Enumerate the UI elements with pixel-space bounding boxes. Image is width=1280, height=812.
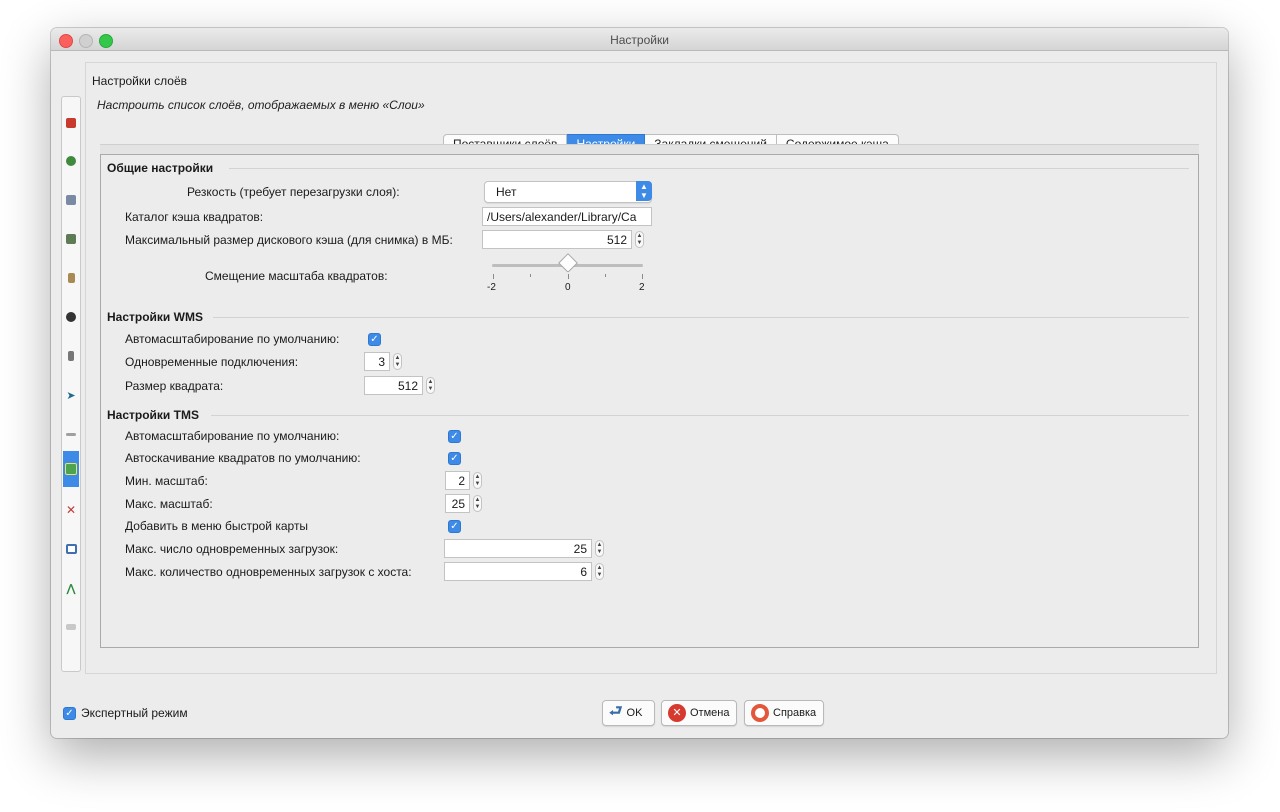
- tms-autoload-checkbox[interactable]: ✓: [448, 452, 461, 465]
- sidebar-item-14[interactable]: [63, 609, 79, 645]
- wms-tile-size-field[interactable]: 512: [364, 376, 423, 395]
- sidebar-item-4[interactable]: [63, 221, 79, 257]
- tms-max-host-stepper[interactable]: ▲ ▼: [595, 563, 604, 580]
- sidebar-item-2[interactable]: [63, 143, 79, 179]
- display-icon: [65, 544, 77, 554]
- wms-connections-stepper[interactable]: ▲ ▼: [393, 353, 402, 370]
- connection-icon: [66, 234, 76, 244]
- plugin-icon: [66, 312, 76, 322]
- tms-autoload-label: Автоскачивание квадратов по умолчанию:: [125, 451, 361, 465]
- zoom-offset-label: Смещение масштаба квадратов:: [205, 269, 388, 283]
- wms-tile-size-label: Размер квадрата:: [125, 379, 224, 393]
- map-grid-icon: [66, 195, 76, 205]
- tms-min-zoom-stepper[interactable]: ▲ ▼: [473, 472, 482, 489]
- sharpness-select[interactable]: Нет ▲ ▼: [484, 181, 652, 203]
- sidebar-item-10[interactable]: [63, 451, 79, 487]
- tms-max-host-label: Макс. количество одновременных загрузок …: [125, 565, 412, 579]
- tms-quick-menu-label: Добавить в меню быстрой карты: [125, 519, 309, 533]
- sidebar-item-6[interactable]: [63, 299, 79, 335]
- wms-connections-label: Одновременные подключения:: [125, 355, 299, 369]
- keyboard-icon: [67, 273, 75, 283]
- cancel-button[interactable]: ✕ Отмена: [661, 700, 737, 726]
- slider-tick: [530, 274, 531, 277]
- title-bar: Настройки: [51, 28, 1228, 51]
- zoom-offset-slider-knob[interactable]: [557, 253, 578, 273]
- max-cache-label: Максимальный размер дискового кэша (для …: [125, 233, 453, 247]
- sidebar-item-9[interactable]: [63, 416, 79, 452]
- small-text-icon: [66, 432, 76, 436]
- wms-autozoom-label: Автомасштабирование по умолчанию:: [125, 332, 340, 346]
- sidebar-item-8[interactable]: ➤: [63, 377, 79, 413]
- sidebar-item-1[interactable]: [63, 105, 79, 141]
- tms-max-downloads-field[interactable]: 25: [444, 539, 592, 558]
- page-subtitle: Настроить список слоёв, отображаемых в м…: [97, 98, 425, 112]
- wms-tile-size-stepper[interactable]: ▲ ▼: [426, 377, 435, 394]
- slider-tick: [493, 274, 494, 279]
- tms-max-host-field[interactable]: 6: [444, 562, 592, 581]
- cache-dir-field[interactable]: /Users/alexander/Library/Ca: [482, 207, 652, 226]
- slider-tick-label: 0: [565, 282, 571, 293]
- page-title: Настройки слоёв: [92, 74, 188, 88]
- slider-tick: [642, 274, 643, 279]
- sidebar-item-11[interactable]: ✕: [63, 492, 79, 528]
- lifebuoy-icon: [751, 704, 769, 722]
- globe-icon: [66, 156, 76, 166]
- wms-connections-field[interactable]: 3: [364, 352, 390, 371]
- return-arrow-icon: ⮐: [609, 702, 623, 720]
- cancel-icon: ✕: [668, 704, 686, 722]
- tms-max-zoom-stepper[interactable]: ▲ ▼: [473, 495, 482, 512]
- slider-tick-label: -2: [487, 282, 496, 293]
- tms-section-title: Настройки TMS: [107, 408, 199, 422]
- misc-icon: [66, 624, 76, 630]
- tms-min-zoom-label: Мин. масштаб:: [125, 474, 208, 488]
- tools-icon: ✕: [65, 503, 77, 517]
- settings-panel: Общие настройки Резкость (требует переза…: [100, 154, 1199, 648]
- arrow-icon: ➤: [66, 389, 76, 402]
- sidebar-item-5[interactable]: [63, 260, 79, 296]
- sidebar-item-13[interactable]: ⋀: [63, 570, 79, 606]
- wms-autozoom-checkbox[interactable]: ✓: [368, 333, 381, 346]
- expert-mode-label: Экспертный режим: [81, 706, 188, 720]
- max-cache-stepper[interactable]: ▲ ▼: [635, 231, 644, 248]
- wms-section-title: Настройки WMS: [107, 310, 203, 324]
- tms-max-downloads-label: Макс. число одновременных загрузок:: [125, 542, 339, 556]
- tms-max-zoom-label: Макс. масштаб:: [125, 497, 213, 511]
- window-title: Настройки: [610, 33, 669, 47]
- tms-min-zoom-field[interactable]: 2: [445, 471, 470, 490]
- layer-red-icon: [66, 118, 76, 128]
- chevron-updown-icon: ▲ ▼: [636, 181, 652, 201]
- tms-autozoom-label: Автомасштабирование по умолчанию:: [125, 429, 340, 443]
- settings-window: Настройки ➤ ✕ ⋀ Настройки слоёв Настроит…: [51, 28, 1228, 738]
- section-divider: [211, 415, 1189, 416]
- sidebar-item-7[interactable]: [63, 338, 79, 374]
- sidebar-item-3[interactable]: [63, 182, 79, 218]
- expert-mode-checkbox[interactable]: ✓: [63, 707, 76, 720]
- tms-max-downloads-stepper[interactable]: ▲ ▼: [595, 540, 604, 557]
- sharpness-value: Нет: [496, 185, 517, 199]
- cache-dir-label: Каталог кэша квадратов:: [125, 210, 264, 224]
- ok-button[interactable]: ⮐ OK: [602, 700, 655, 726]
- help-button[interactable]: Справка: [744, 700, 824, 726]
- sidebar-item-12[interactable]: [63, 531, 79, 567]
- tms-quick-menu-checkbox[interactable]: ✓: [448, 520, 461, 533]
- map-settings-icon: [65, 463, 77, 475]
- max-cache-field[interactable]: 512: [482, 230, 632, 249]
- slider-tick: [568, 274, 569, 279]
- tms-max-zoom-field[interactable]: 25: [445, 494, 470, 513]
- slider-tick: [605, 274, 606, 277]
- sharpness-label: Резкость (требует перезагрузки слоя):: [187, 185, 400, 199]
- font-icon: [68, 351, 74, 361]
- validation-icon: ⋀: [66, 582, 76, 595]
- section-divider: [213, 317, 1189, 318]
- ok-label: OK: [626, 707, 643, 719]
- slider-tick-label: 2: [639, 282, 645, 293]
- help-label: Справка: [773, 707, 817, 719]
- tms-autozoom-checkbox[interactable]: ✓: [448, 430, 461, 443]
- cancel-label: Отмена: [690, 707, 730, 719]
- preferences-sidebar: ➤ ✕ ⋀: [61, 96, 81, 672]
- section-divider: [229, 168, 1189, 169]
- general-section-title: Общие настройки: [107, 161, 214, 175]
